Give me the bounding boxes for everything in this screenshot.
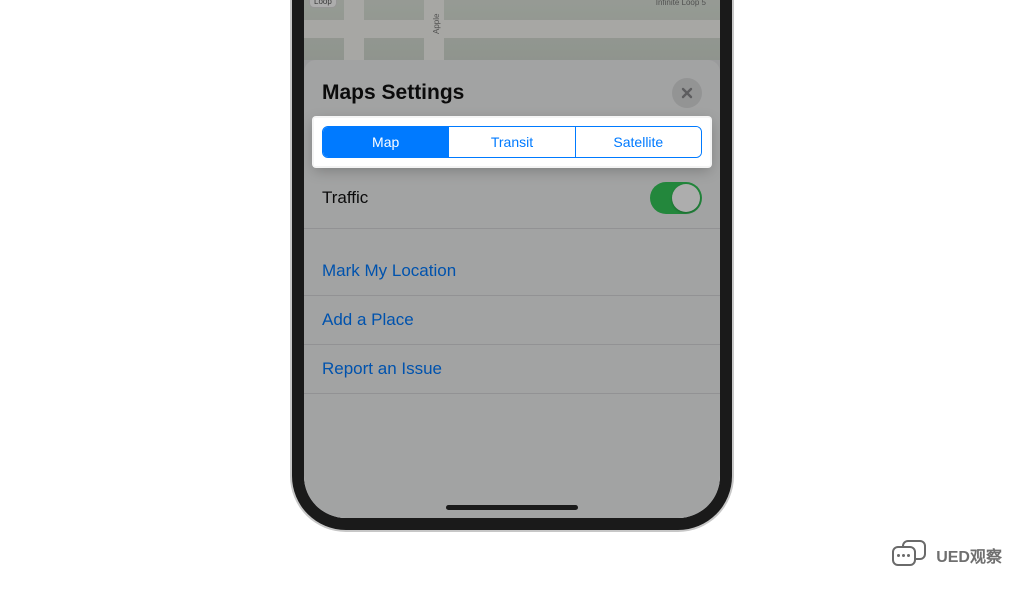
home-indicator[interactable] bbox=[446, 505, 578, 510]
close-button[interactable] bbox=[672, 78, 702, 108]
section-gap bbox=[304, 229, 720, 247]
link-report-an-issue[interactable]: Report an Issue bbox=[304, 345, 720, 394]
map-street-label-2: Apple bbox=[432, 14, 441, 34]
phone-frame: Loop Infinite Loop 5 Apple Maps Settings… bbox=[292, 0, 732, 530]
traffic-toggle[interactable] bbox=[650, 182, 702, 214]
wechat-icon bbox=[892, 540, 928, 570]
map-type-segmented-control: Map Transit Satellite bbox=[322, 126, 702, 158]
watermark-text: UED观察 bbox=[936, 543, 1002, 567]
segment-map[interactable]: Map bbox=[323, 127, 449, 157]
segment-label: Transit bbox=[491, 134, 533, 150]
link-mark-my-location[interactable]: Mark My Location bbox=[304, 247, 720, 296]
settings-sheet: Maps Settings Map Transit Satellite bbox=[304, 60, 720, 518]
segment-label: Satellite bbox=[613, 134, 663, 150]
close-icon bbox=[681, 87, 693, 99]
map-street-label: Infinite Loop 5 bbox=[656, 0, 706, 7]
map-pill: Loop bbox=[310, 0, 336, 7]
link-add-a-place[interactable]: Add a Place bbox=[304, 296, 720, 345]
traffic-row: Traffic bbox=[304, 168, 720, 229]
segmented-wrapper: Map Transit Satellite bbox=[304, 118, 720, 168]
segment-label: Map bbox=[372, 134, 399, 150]
sheet-title: Maps Settings bbox=[322, 81, 464, 105]
segment-satellite[interactable]: Satellite bbox=[576, 127, 701, 157]
segment-transit[interactable]: Transit bbox=[449, 127, 575, 157]
traffic-label: Traffic bbox=[322, 188, 368, 208]
stage: Loop Infinite Loop 5 Apple Maps Settings… bbox=[0, 0, 1024, 592]
link-label: Report an Issue bbox=[322, 359, 442, 379]
link-label: Add a Place bbox=[322, 310, 414, 330]
link-label: Mark My Location bbox=[322, 261, 456, 281]
map-background: Loop Infinite Loop 5 Apple bbox=[304, 0, 720, 60]
sheet-header: Maps Settings bbox=[304, 60, 720, 118]
watermark: UED观察 bbox=[892, 540, 1002, 570]
